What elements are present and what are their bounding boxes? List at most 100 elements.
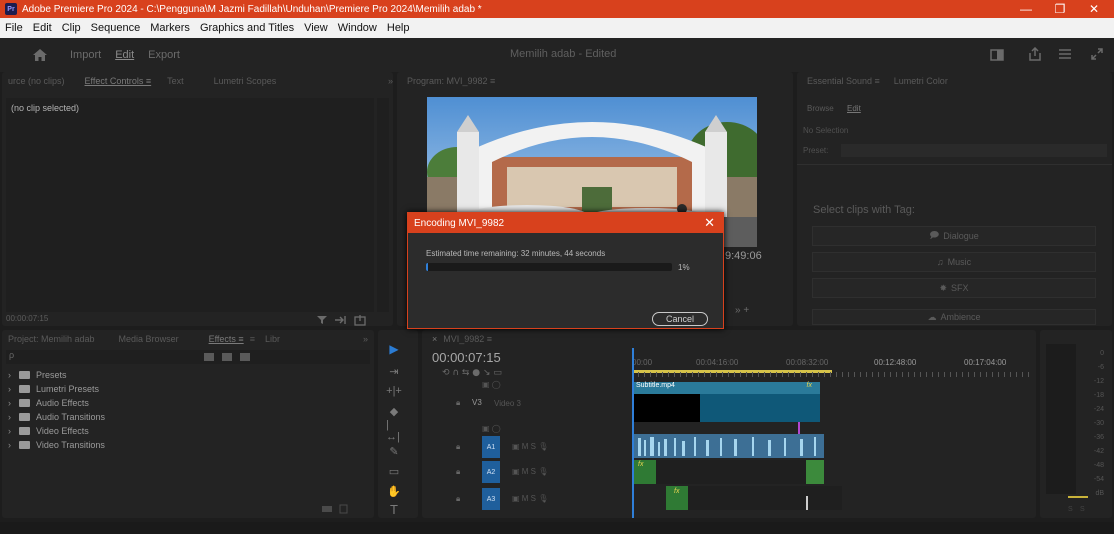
- clip-blue-segment[interactable]: [700, 394, 820, 422]
- lock-icon[interactable]: 🔒︎: [456, 467, 460, 477]
- progress-percent: 1%: [678, 263, 690, 272]
- timeline-close-icon[interactable]: ×: [432, 334, 437, 344]
- timeline-timecode[interactable]: 00:00:07:15: [432, 350, 501, 365]
- preset-dropdown[interactable]: [841, 144, 1107, 157]
- list-item[interactable]: › Video Effects: [8, 424, 89, 438]
- tab-essential-sound[interactable]: Essential Sound ≡: [807, 76, 880, 86]
- track-label-a3[interactable]: A3: [482, 488, 500, 510]
- effects-search-input[interactable]: ρ: [6, 350, 370, 364]
- no-clip-label: (no clip selected): [11, 103, 80, 113]
- menu-clip[interactable]: Clip: [57, 22, 86, 34]
- menu-edit[interactable]: Edit: [28, 22, 57, 34]
- tab-export[interactable]: Export: [148, 49, 180, 61]
- solo-button-2[interactable]: S: [1080, 506, 1085, 513]
- track-label-a1[interactable]: A1: [482, 436, 500, 458]
- track-select-icon[interactable]: ⇥: [386, 364, 402, 378]
- menu-view[interactable]: View: [299, 22, 333, 34]
- track-controls-a2[interactable]: ▣ M S 🎙︎: [512, 467, 548, 476]
- tab-browse[interactable]: Browse: [807, 104, 834, 113]
- export-icon[interactable]: [354, 314, 366, 326]
- track-controls-a1[interactable]: ▣ M S 🎙︎: [512, 442, 548, 451]
- playhead[interactable]: [632, 348, 634, 518]
- track-controls-a3[interactable]: ▣ M S 🎙︎: [512, 494, 548, 503]
- program-overflow-icon[interactable]: » +: [735, 305, 749, 316]
- home-icon[interactable]: [32, 48, 48, 62]
- list-item[interactable]: › Lumetri Presets: [8, 382, 99, 396]
- filter-icon[interactable]: [316, 315, 328, 325]
- tab-project[interactable]: Project: Memilih adab: [8, 334, 95, 344]
- tab-lumetri-color[interactable]: Lumetri Color: [894, 76, 948, 86]
- tab-effects[interactable]: Effects ≡: [209, 334, 244, 344]
- clip-audio-a2[interactable]: fx: [634, 460, 824, 484]
- clip-subtitle-header[interactable]: Subtitle.mp4 fx: [634, 382, 820, 394]
- tab-lumetri-scopes[interactable]: Lumetri Scopes: [214, 76, 277, 86]
- new-bin-trash-icons[interactable]: [320, 504, 350, 514]
- bin-icons[interactable]: [202, 352, 262, 362]
- tab-media-browser[interactable]: Media Browser: [119, 334, 179, 344]
- tab-effect-controls[interactable]: Effect Controls ≡: [85, 76, 152, 86]
- clip-audio-a3[interactable]: fx: [666, 486, 842, 510]
- panel-overflow-icon[interactable]: »: [388, 76, 393, 86]
- track-label-v3[interactable]: V3: [472, 398, 482, 407]
- tab-edit[interactable]: Edit: [115, 49, 134, 61]
- timeline-tool-icons[interactable]: ⟲ ∩ ⇆ ● ↘ ▭: [442, 366, 622, 378]
- workspace-icon[interactable]: [990, 49, 1004, 61]
- list-item[interactable]: › Presets: [8, 368, 67, 382]
- time-ruler[interactable]: 00:00 00:04:16:00 00:08:32:00 00:12:48:0…: [632, 352, 1032, 378]
- tab-import[interactable]: Import: [70, 49, 101, 61]
- status-bar: [0, 522, 1114, 534]
- workspace-header: Import Edit Export Memilih adab - Edited: [0, 38, 1114, 72]
- lock-icon[interactable]: 🔒︎: [456, 398, 460, 408]
- music-button[interactable]: ♫ Music: [812, 252, 1096, 272]
- menu-markers[interactable]: Markers: [145, 22, 195, 34]
- tab-program[interactable]: Program: MVI_9982 ≡: [407, 76, 495, 86]
- hand-tool-icon[interactable]: ✋: [386, 484, 402, 498]
- sfx-button[interactable]: ✸ SFX: [812, 278, 1096, 298]
- razor-tool-icon[interactable]: ◆: [386, 404, 402, 418]
- close-button[interactable]: ✕: [1074, 0, 1114, 18]
- pen-tool-icon[interactable]: ✎: [386, 444, 402, 458]
- cancel-button[interactable]: Cancel: [652, 312, 708, 326]
- chevron-right-icon: ›: [8, 412, 11, 422]
- menu-sequence[interactable]: Sequence: [86, 22, 146, 34]
- lock-icon[interactable]: 🔒︎: [456, 494, 460, 504]
- selection-tool-icon[interactable]: ▶: [386, 342, 402, 356]
- tab-source[interactable]: urce (no clips): [8, 76, 65, 86]
- project-overflow-icon[interactable]: »: [363, 334, 368, 344]
- tab-edit-sound[interactable]: Edit: [847, 104, 861, 113]
- effect-controls-scrollbar[interactable]: [377, 98, 389, 312]
- marker[interactable]: [798, 422, 800, 434]
- clip-black-segment[interactable]: [634, 394, 700, 422]
- rectangle-tool-icon[interactable]: ▭: [386, 464, 402, 478]
- track-label-a2[interactable]: A2: [482, 461, 500, 483]
- list-item[interactable]: › Video Transitions: [8, 438, 105, 452]
- solo-button[interactable]: S: [1068, 506, 1073, 513]
- list-item[interactable]: › Audio Transitions: [8, 410, 105, 424]
- share-icon[interactable]: [1028, 47, 1042, 61]
- project-title: Memilih adab - Edited: [510, 48, 617, 60]
- lock-icon[interactable]: 🔒︎: [456, 442, 460, 452]
- menu-help[interactable]: Help: [382, 22, 415, 34]
- tab-libraries[interactable]: Libr: [265, 334, 280, 344]
- export-frame-icon[interactable]: [334, 315, 348, 325]
- menu-lines-icon[interactable]: [1058, 48, 1072, 60]
- menu-window[interactable]: Window: [333, 22, 382, 34]
- dialog-close-button[interactable]: ✕: [704, 215, 715, 231]
- slip-tool-icon[interactable]: |↔|: [386, 419, 402, 443]
- meter-tick: -36: [1093, 434, 1104, 441]
- track-name-video3: Video 3: [494, 399, 521, 408]
- ambience-button[interactable]: ☁ Ambience: [812, 309, 1096, 325]
- fullscreen-icon[interactable]: [1090, 47, 1104, 61]
- list-item[interactable]: › Audio Effects: [8, 396, 89, 410]
- ripple-edit-icon[interactable]: +|+: [386, 384, 402, 398]
- menu-file[interactable]: File: [0, 22, 28, 34]
- track-sync-icons[interactable]: ▣ ◯: [482, 424, 501, 433]
- track-sync-icons[interactable]: ▣ ◯: [482, 380, 501, 389]
- tab-text[interactable]: Text: [167, 76, 184, 86]
- clip-audio-a1[interactable]: [634, 434, 824, 458]
- menu-graphics[interactable]: Graphics and Titles: [195, 22, 299, 34]
- source-timecode: 00:00:07:15: [6, 314, 49, 323]
- tab-sequence[interactable]: MVI_9982 ≡: [443, 334, 492, 344]
- type-tool-icon[interactable]: T: [386, 502, 402, 517]
- dialogue-button[interactable]: 🗩 Dialogue: [812, 226, 1096, 246]
